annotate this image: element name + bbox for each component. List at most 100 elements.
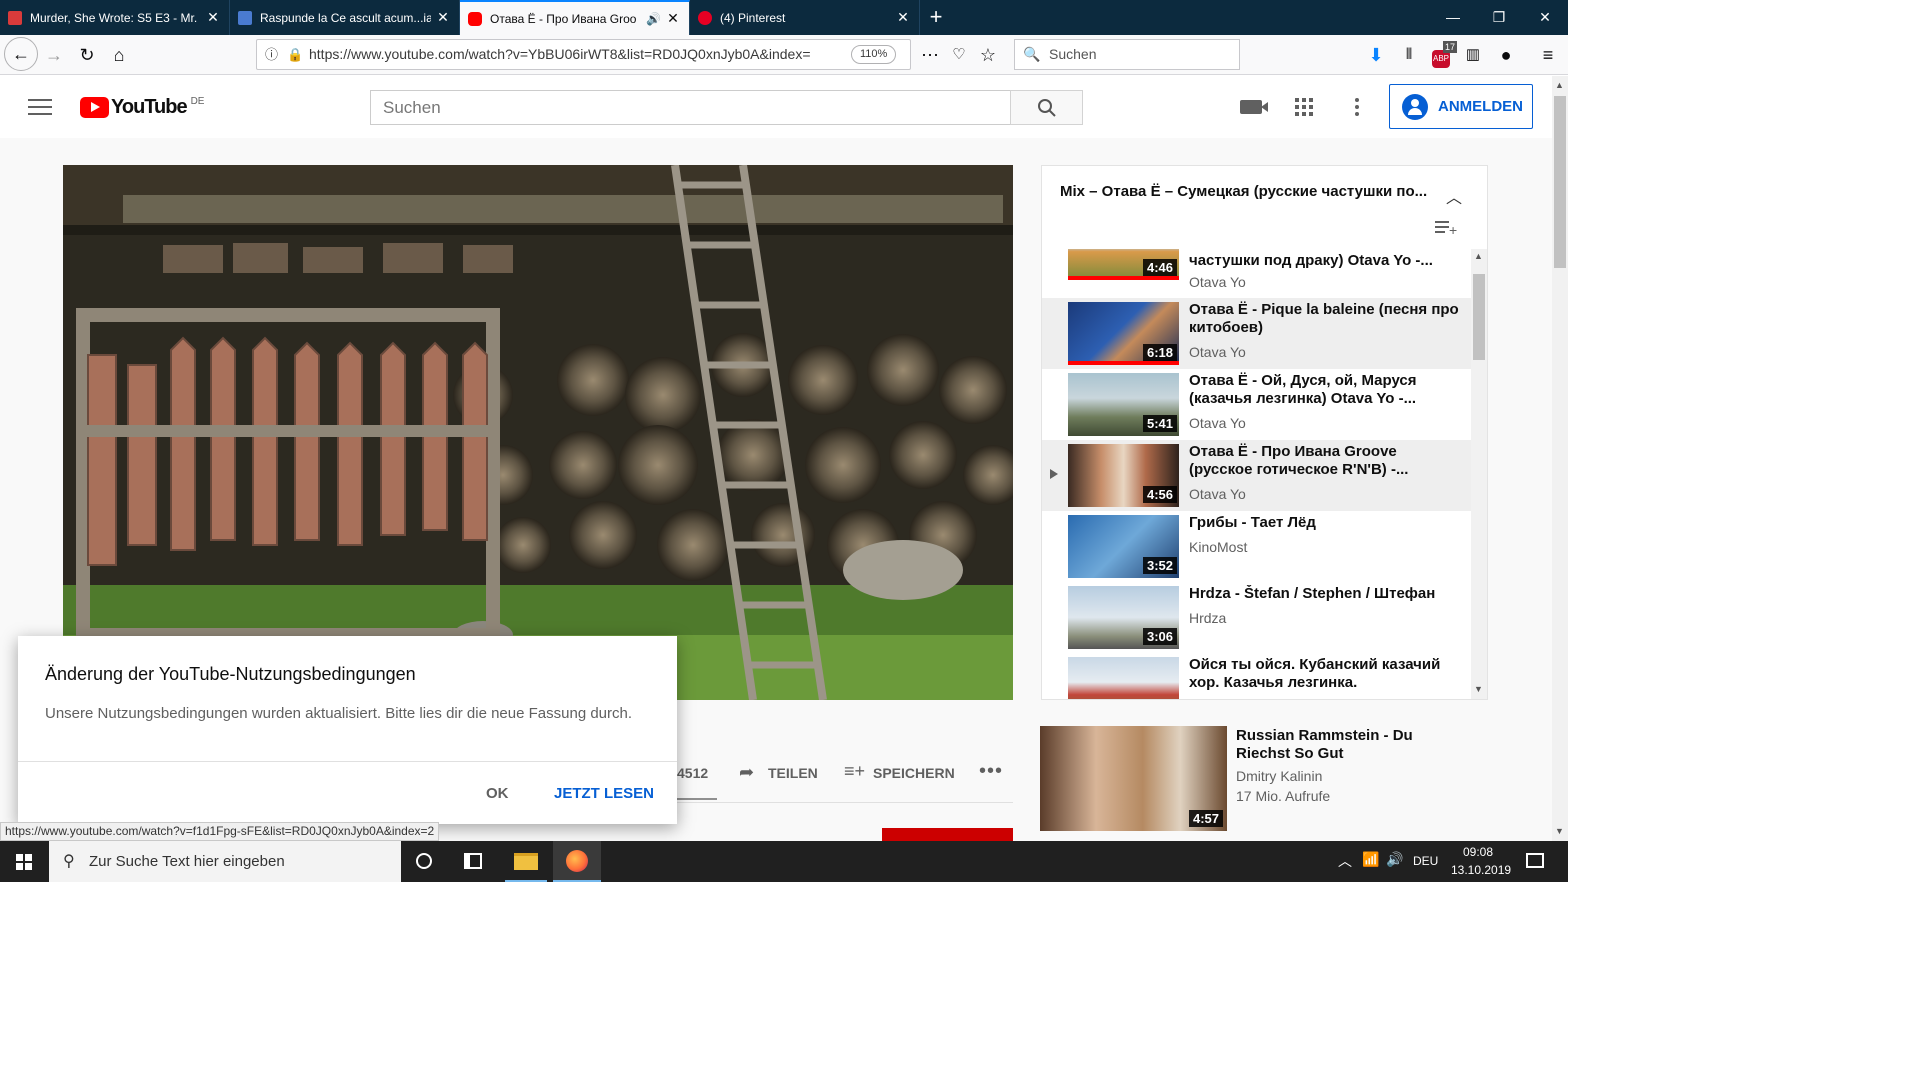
playlist-item[interactable]: 6:18 Отава Ё - Pique la baleine (песня п…	[1042, 298, 1471, 369]
tab-close-icon[interactable]: ✕	[205, 9, 221, 26]
tab-title: Murder, She Wrote: S5 E3 - Mr.	[30, 10, 198, 25]
menu-hamburger-icon[interactable]: ≡	[1532, 39, 1564, 71]
dialog-divider	[18, 761, 677, 762]
youtube-logo[interactable]: YouTube DE	[80, 96, 204, 119]
info-icon[interactable]: ⓘ	[265, 40, 278, 69]
page-scrollbar[interactable]: ▲ ▼	[1552, 76, 1568, 841]
close-window-icon[interactable]: ✕	[1522, 0, 1568, 35]
task-view-icon[interactable]	[464, 853, 482, 869]
playlist-item[interactable]: 3:52 Грибы - Тает Лёд KinoMost	[1042, 511, 1471, 582]
library-icon[interactable]: ⫴	[1393, 39, 1425, 71]
clock-date[interactable]: 13.10.2019	[1451, 863, 1511, 877]
tab-favicon-icon	[8, 10, 22, 25]
language-indicator[interactable]: DEU	[1413, 854, 1438, 868]
signin-button[interactable]: ANMELDEN	[1389, 84, 1533, 129]
sidebar-icon[interactable]: ▥	[1457, 39, 1489, 71]
restore-icon[interactable]: ❐	[1476, 0, 1522, 35]
browser-search-input[interactable]: 🔍 Suchen	[1014, 39, 1240, 70]
row-divider	[677, 802, 1013, 803]
wifi-icon[interactable]: 📶	[1362, 851, 1379, 868]
notifications-icon[interactable]	[1526, 853, 1544, 868]
recommended-channel: Dmitry Kalinin	[1236, 768, 1323, 784]
playlist-item-now-playing[interactable]: 4:56 Отава Ё - Про Ивана Groove (русское…	[1042, 440, 1471, 511]
playlist-item[interactable]: 3:06 Hrdza - Štefan / Stephen / Штефан H…	[1042, 582, 1471, 653]
video-thumbnail: 6:18	[1068, 302, 1179, 365]
clock-time[interactable]: 09:08	[1463, 845, 1493, 859]
playlist-item-title: Ойся ты ойся. Кубанский казачий хор. Каз…	[1189, 656, 1441, 691]
video-player[interactable]	[63, 165, 1013, 700]
pocket-icon[interactable]: ♡	[943, 39, 975, 71]
video-actions-row: 4512 ➦ TEILEN ≡+ SPEICHERN •••	[677, 760, 1013, 800]
page-actions-dots-icon[interactable]: ⋯	[914, 39, 946, 71]
ok-button[interactable]: OK	[486, 785, 509, 802]
volume-icon[interactable]: 🔊	[1386, 851, 1403, 868]
scroll-down-arrow-icon[interactable]: ▼	[1555, 826, 1564, 836]
windows-start-icon[interactable]	[16, 854, 32, 870]
like-count[interactable]: 4512	[677, 765, 708, 781]
browser-tab-active[interactable]: Отава Ё - Про Ивана Groo 🔊 ✕	[460, 0, 690, 35]
playlist-item-channel: Otava Yo	[1189, 415, 1246, 431]
more-actions-dots-icon[interactable]: •••	[979, 760, 1003, 783]
browser-tab[interactable]: (4) Pinterest ✕	[690, 0, 920, 35]
scrollbar-thumb[interactable]	[1473, 274, 1485, 360]
settings-dots-icon[interactable]	[1355, 98, 1359, 116]
duration-badge: 4:57	[1188, 810, 1223, 827]
browser-tab[interactable]: Murder, She Wrote: S5 E3 - Mr. ✕	[0, 0, 230, 35]
playlist-item[interactable]: Ойся ты ойся. Кубанский казачий хор. Каз…	[1042, 653, 1471, 699]
share-button[interactable]: TEILEN	[768, 765, 818, 781]
tab-close-icon[interactable]: ✕	[435, 9, 451, 26]
account-icon[interactable]: ●	[1490, 39, 1522, 71]
zoom-badge[interactable]: 110%	[851, 45, 897, 64]
create-video-icon[interactable]	[1240, 100, 1268, 114]
apps-grid-icon[interactable]	[1295, 98, 1313, 116]
playlist-add-icon: ≡+	[844, 761, 866, 781]
scroll-up-arrow-icon[interactable]: ▲	[1555, 80, 1564, 90]
subscribe-button[interactable]	[882, 828, 1013, 841]
playlist-title[interactable]: Mix – Отава Ё – Сумецкая (русские частуш…	[1060, 183, 1430, 200]
playlist-item-channel: Otava Yo	[1189, 486, 1246, 502]
reload-icon[interactable]: ↻	[71, 39, 103, 71]
duration-badge: 4:46	[1142, 259, 1177, 276]
recommended-title: Russian Rammstein - Du Riechst So Gut	[1236, 727, 1413, 762]
collapse-chevron-up-icon[interactable]: ︿	[1446, 184, 1462, 208]
url-bar[interactable]: ⓘ 🔒 https://www.youtube.com/watch?v=YbBU…	[256, 39, 911, 70]
download-arrow-icon[interactable]: ⬇	[1360, 39, 1392, 71]
tray-chevron-up-icon[interactable]: ︿	[1338, 851, 1352, 871]
playlist-item[interactable]: 4:46 частушки под драку) Otava Yo -... O…	[1042, 249, 1471, 290]
scroll-up-arrow-icon[interactable]: ▲	[1474, 251, 1483, 261]
dialog-body: Unsere Nutzungsbedingungen wurden aktual…	[45, 705, 633, 722]
speaker-icon[interactable]: 🔊	[646, 12, 661, 26]
cortana-circle-icon[interactable]	[416, 853, 432, 869]
taskbar-search-input[interactable]: ⚲ Zur Suche Text hier eingeben	[49, 841, 401, 882]
recommended-video[interactable]: 4:57 Russian Rammstein - Du Riechst So G…	[1040, 726, 1480, 831]
tab-close-icon[interactable]: ✕	[665, 10, 681, 27]
scrollbar-thumb[interactable]	[1554, 96, 1566, 268]
read-now-button[interactable]: JETZT LESEN	[554, 785, 654, 802]
home-icon[interactable]: ⌂	[103, 39, 135, 71]
add-to-queue-icon[interactable]: +	[1435, 221, 1457, 237]
back-arrow-icon[interactable]: ←	[4, 37, 38, 71]
playlist-item-title: Отава Ё - Ой, Дуся, ой, Маруся (казачья …	[1189, 372, 1417, 407]
guide-menu-icon[interactable]	[28, 96, 52, 116]
youtube-search-button[interactable]	[1010, 90, 1083, 125]
firefox-icon[interactable]	[553, 841, 601, 882]
playlist-item-channel: Otava Yo	[1189, 274, 1246, 290]
file-explorer-icon[interactable]	[505, 841, 547, 882]
playlist-list[interactable]: 4:46 частушки под драку) Otava Yo -... O…	[1042, 249, 1487, 699]
youtube-search-input[interactable]: Suchen	[370, 90, 1011, 125]
duration-badge: 6:18	[1142, 344, 1177, 361]
browser-tab[interactable]: Raspunde la Ce ascult acum...ia ✕	[230, 0, 460, 35]
forward-arrow-icon[interactable]: →	[38, 39, 70, 71]
tab-close-icon[interactable]: ✕	[895, 9, 911, 26]
minimize-icon[interactable]: —	[1430, 0, 1476, 35]
scroll-down-arrow-icon[interactable]: ▼	[1474, 684, 1483, 694]
video-thumbnail: 4:56	[1068, 444, 1179, 507]
save-button[interactable]: SPEICHERN	[873, 765, 955, 781]
video-thumbnail: 3:52	[1068, 515, 1179, 578]
playlist-scrollbar[interactable]: ▲ ▼	[1471, 249, 1487, 699]
bookmark-star-icon[interactable]: ☆	[972, 39, 1004, 71]
video-frame	[63, 165, 1013, 700]
adblock-icon[interactable]: ABP 17	[1425, 39, 1457, 71]
new-tab-plus-icon[interactable]: +	[920, 0, 952, 35]
playlist-item[interactable]: 5:41 Отава Ё - Ой, Дуся, ой, Маруся (каз…	[1042, 369, 1471, 440]
